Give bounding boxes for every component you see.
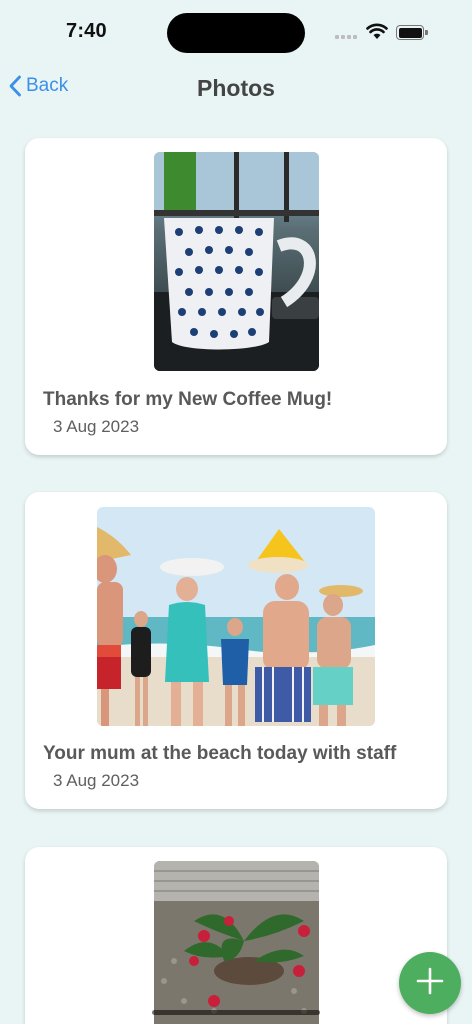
- photo-caption: Your mum at the beach today with staff: [43, 743, 397, 764]
- photo-caption: Thanks for my New Coffee Mug!: [43, 389, 333, 410]
- photo-date: 3 Aug 2023: [53, 771, 140, 790]
- photo-card[interactable]: Your mum at the beach today with staff 3…: [25, 492, 447, 809]
- battery-icon: [396, 25, 428, 40]
- photos-screen: 7:40 Back Photos Thanks for my New Coffe…: [0, 0, 472, 1024]
- cellular-signal-icon: [335, 35, 359, 41]
- plus-icon: [416, 967, 444, 1000]
- photo-date: 3 Aug 2023: [53, 417, 140, 436]
- photo-image[interactable]: [154, 152, 319, 371]
- status-bar: 7:40: [0, 0, 472, 62]
- wifi-icon: [366, 22, 388, 40]
- page-title: Photos: [197, 75, 275, 101]
- photo-image[interactable]: [154, 861, 319, 1024]
- add-photo-button[interactable]: [399, 952, 461, 1014]
- status-time: 7:40: [66, 20, 107, 42]
- home-indicator[interactable]: [152, 1010, 320, 1015]
- photo-image[interactable]: [97, 507, 375, 726]
- dynamic-island: [167, 13, 305, 53]
- photo-card[interactable]: [25, 847, 447, 1024]
- photo-card[interactable]: Thanks for my New Coffee Mug! 3 Aug 2023: [25, 138, 447, 455]
- navigation-bar: Back Photos: [0, 62, 472, 116]
